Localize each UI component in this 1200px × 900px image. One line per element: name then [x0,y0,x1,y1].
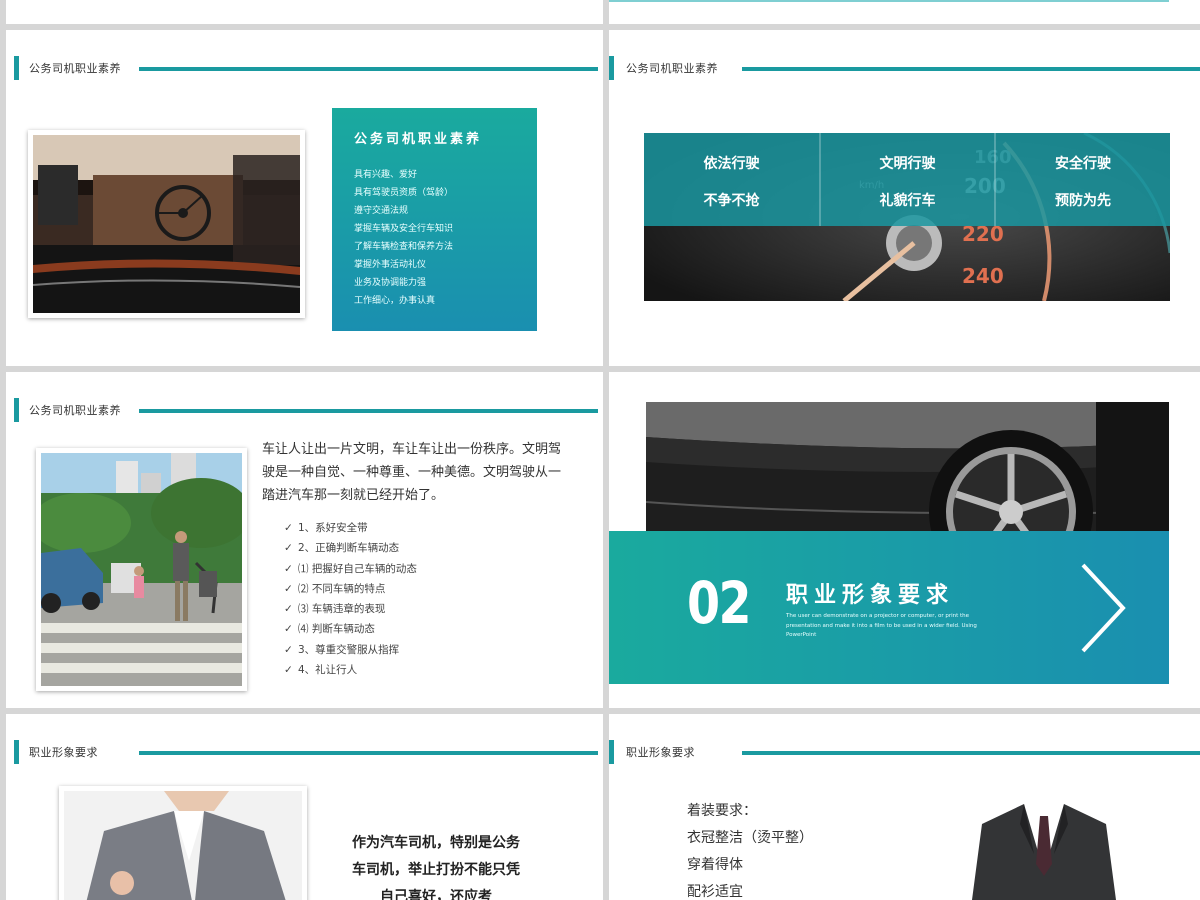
check-icon: ✓ [284,623,293,636]
principles-overlay: 依法行驶 不争不抢 文明行驶 礼貌行车 安全行驶 预防为先 [644,133,1170,226]
driving-checklist: ✓ 1、系好安全带 ✓ 2、正确判断车辆动态 ✓ ⑴ 把握好自己车辆的动态 ✓ ⑵ 不同… [284,518,417,680]
check-icon: ✓ [284,562,293,575]
car-interior-photo [28,130,305,318]
chevron-right-icon [1081,563,1126,653]
list-item: ✓ ⑴ 把握好自己车辆的动态 [284,559,417,579]
principle-line: 礼貌行车 [879,193,936,209]
civilized-paragraph: 车让人让出一片文明，车让车让出一份秩序。文明驾驶是一种自觉、一种尊重、一种美德。… [262,442,562,503]
qualities-list: 具有兴趣、爱好 具有驾驶员资质（驾龄） 遵守交通法规 掌握车辆及安全行车知识 了… [354,166,453,310]
list-item: ✓ 4、礼让行人 [284,660,417,680]
slide-header-title: 职业形象要求 [626,746,695,759]
principle-line: 文明行驶 [879,156,936,172]
dress-code-heading: 着装要求： [687,803,757,819]
slide-header-title: 职业形象要求 [29,746,98,759]
principle-cell: 文明行驶 礼貌行车 [820,133,995,226]
check-icon: ✓ [284,603,293,616]
list-item: ✓ 3、尊重交警服从指挥 [284,640,417,660]
section-description: The user can demonstrate on a projector … [786,613,977,638]
list-item-text: 2、正确判断车辆动态 [298,542,400,555]
header-line [742,67,1200,71]
list-item: ✓ ⑷ 判断车辆动态 [284,619,417,639]
check-icon: ✓ [284,522,293,534]
list-item-text: ⑶ 车辆违章的表现 [298,603,386,616]
header-line [139,751,598,755]
qualities-box-title: 公务司机职业素养 [354,132,483,147]
list-item: 具有兴趣、爱好 [354,170,418,180]
list-item-text: 3、尊重交警服从指挥 [298,643,400,656]
list-item: 了解车辆检查和保养方法 [354,242,454,252]
section-banner: 02 职业形象要求 The user can demonstrate on a … [609,531,1169,684]
section-number: 02 [687,569,752,637]
speedometer-photo: 200 220 240 160 km/h 依法行驶 不争不抢 文明行驶 礼貌行车… [644,133,1170,301]
slide-civilized-driving[interactable]: 公务司机职业素养 车让人让出一片文明，车让车让出一份秩序。文明驾驶是一种自觉、一… [6,372,603,708]
slide-image-requirements-right[interactable]: 职业形象要求 着装要求： 衣冠整洁（烫平整） 穿着得体 配衫适宜 [609,714,1200,900]
list-item: ✓ 2、正确判断车辆动态 [284,538,417,558]
list-item-text: ⑷ 判断车辆动态 [298,623,375,636]
header-accent-bar [609,56,614,80]
principle-line: 不争不抢 [703,193,760,209]
list-item: 遵守交通法规 [354,206,409,216]
partial-accent-line [609,0,1169,2]
list-item: 掌握外事活动礼仪 [354,260,427,270]
list-item-text: ⑴ 把握好自己车辆的动态 [298,562,417,575]
principle-cell: 安全行驶 预防为先 [996,133,1170,226]
slide-section-02[interactable]: 02 职业形象要求 The user can demonstrate on a … [609,372,1200,708]
dress-code-lines: 着装要求： 衣冠整洁（烫平整） 穿着得体 配衫适宜 [687,798,813,900]
check-icon: ✓ [284,643,293,656]
dress-code-item: 衣冠整洁（烫平整） [687,830,813,846]
header-line [742,751,1200,755]
suit-image [972,798,1116,900]
list-item-text: 1、系好安全带 [298,522,368,534]
slide-qualities-list[interactable]: 公务司机职业素养 公务司机职业素养 具有兴趣、爱好 具有驾驶员资质（驾龄） 遵守… [6,30,603,366]
list-item: ✓ 1、系好安全带 [284,518,417,538]
check-icon: ✓ [284,582,293,595]
principle-cell: 依法行驶 不争不抢 [644,133,819,226]
slide-header-title: 公务司机职业素养 [29,62,121,75]
slide-header-title: 公务司机职业素养 [626,62,718,75]
check-icon: ✓ [284,664,293,677]
list-item: ✓ ⑶ 车辆违章的表现 [284,599,417,619]
header-accent-bar [14,56,19,80]
header-accent-bar [14,398,19,422]
principle-line: 预防为先 [1055,193,1111,209]
slide-driving-principles[interactable]: 公务司机职业素养 200 220 240 160 km/h [609,30,1200,366]
list-item: ✓ ⑵ 不同车辆的特点 [284,579,417,599]
slide-partial-top-right [609,0,1200,24]
qualities-box: 公务司机职业素养 具有兴趣、爱好 具有驾驶员资质（驾龄） 遵守交通法规 掌握车辆… [332,108,537,331]
dress-code-item: 穿着得体 [687,857,743,873]
slide-partial-top-left [6,0,603,24]
list-item: 工作细心，办事认真 [354,296,436,306]
dress-code-item: 配衫适宜 [687,884,743,900]
slide-header-title: 公务司机职业素养 [29,404,121,417]
image-requirement-text: 作为汽车司机，特别是公务车司机，举止打扮不能只凭自己喜好，还应考 [352,835,520,900]
list-item: 掌握车辆及安全行车知识 [354,224,454,234]
principle-line: 安全行驶 [1055,156,1111,172]
header-accent-bar [14,740,19,764]
slide-image-requirements-left[interactable]: 职业形象要求 作为汽车司机，特别是公务车司机，举止打扮不能只凭自己喜好，还应考 [6,714,603,900]
list-item: 具有驾驶员资质（驾龄） [354,188,454,198]
header-accent-bar [609,740,614,764]
list-item: 业务及协调能力强 [354,278,427,288]
list-item-text: 4、礼让行人 [298,664,358,677]
businesswoman-photo [59,786,307,900]
list-item-text: ⑵ 不同车辆的特点 [298,582,386,595]
svg-text:240: 240 [962,264,1004,288]
crosswalk-photo [36,448,247,691]
check-icon: ✓ [284,542,293,555]
header-line [139,67,598,71]
header-line [139,409,598,413]
section-title: 职业形象要求 [786,583,955,608]
principle-line: 依法行驶 [703,156,760,172]
